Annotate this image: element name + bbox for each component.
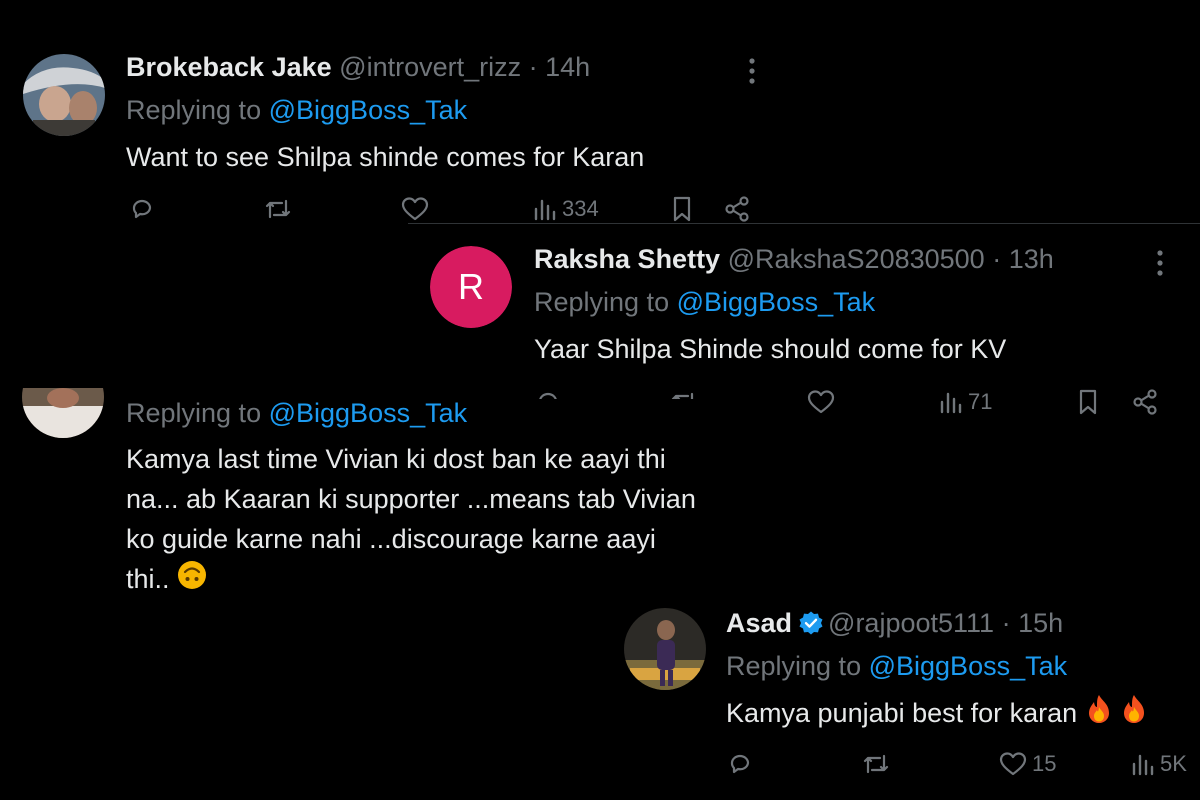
views-count: 334 <box>562 196 599 221</box>
more-options-icon[interactable] <box>742 56 762 91</box>
like-button[interactable]: 15 <box>998 750 1056 778</box>
avatar-letter: R <box>458 266 484 307</box>
avatar[interactable] <box>624 608 706 690</box>
bookmark-icon <box>1079 389 1097 415</box>
reply-icon <box>132 199 152 219</box>
views-count: 5K <box>1160 751 1187 776</box>
tweet-asad[interactable]: Asad @rajpoot5111 · 15h Replying to @Bigg… <box>600 592 1200 800</box>
mention-link[interactable]: @BiggBoss_Tak <box>269 398 468 428</box>
tweet-text: Yaar Shilpa Shinde should come for KV <box>534 334 1007 364</box>
bookmark-button[interactable] <box>670 195 694 222</box>
share-icon <box>1133 389 1157 415</box>
mention-link[interactable]: @BiggBoss_Tak <box>677 287 876 317</box>
replying-to-line: Replying to @BiggBoss_Tak <box>534 285 875 319</box>
fire-emoji <box>1120 693 1148 736</box>
views-icon <box>534 199 556 221</box>
reply-button[interactable] <box>726 750 754 778</box>
replying-to-label: Replying to <box>126 95 262 125</box>
like-button[interactable] <box>400 195 430 222</box>
upside-down-face-emoji <box>177 560 207 601</box>
like-button[interactable] <box>806 388 836 416</box>
raksha-action-bar: 71 <box>534 388 1174 420</box>
heart-icon <box>401 197 429 221</box>
display-name[interactable]: Brokeback Jake <box>126 52 332 82</box>
tweet-text: Want to see Shilpa shinde comes for Kara… <box>126 142 645 172</box>
retweet-button[interactable] <box>860 750 892 778</box>
timestamp[interactable]: 15h <box>1018 608 1063 638</box>
retweet-icon <box>863 754 889 774</box>
separator-dot: · <box>992 244 1002 274</box>
tweet-text-fragment: Kamya punjabi best for karan <box>726 698 1078 728</box>
share-button[interactable] <box>722 195 752 222</box>
retweet-icon <box>265 199 291 219</box>
share-button[interactable] <box>1130 388 1160 416</box>
bookmark-button[interactable] <box>1076 388 1100 416</box>
avatar[interactable] <box>22 388 104 438</box>
more-options-icon[interactable] <box>1150 248 1170 283</box>
avatar[interactable]: R <box>430 246 512 328</box>
heart-icon <box>999 752 1027 776</box>
tweet-text-line: thi.. <box>126 559 207 601</box>
heart-icon <box>807 390 835 414</box>
action-bar: 15 5K <box>726 750 1200 782</box>
fire-emoji <box>1085 693 1113 736</box>
like-count: 15 <box>1032 751 1057 776</box>
avatar[interactable] <box>23 54 105 136</box>
display-name[interactable]: Raksha Shetty <box>534 244 720 274</box>
handle[interactable]: @rajpoot5111 <box>828 608 994 638</box>
replying-to-label: Replying to <box>534 287 670 317</box>
tweet-header: Asad @rajpoot5111 · 15h <box>726 606 1063 644</box>
timestamp[interactable]: 13h <box>1009 244 1054 274</box>
tweet-header: Raksha Shetty @RakshaS20830500 · 13h <box>534 242 1054 276</box>
mention-link[interactable]: @BiggBoss_Tak <box>269 95 468 125</box>
reply-button[interactable] <box>128 195 156 222</box>
timestamp[interactable]: 14h <box>545 52 590 82</box>
tweet-jake[interactable]: Brokeback Jake @introvert_rizz · 14h Rep… <box>0 32 792 222</box>
action-bar: 334 <box>126 195 766 222</box>
tweet-text-line: ko guide karne nahi ...discourage karne … <box>126 524 656 554</box>
tweet-text-line: Kamya last time Vivian ki dost ban ke aa… <box>126 444 666 474</box>
handle[interactable]: @introvert_rizz <box>339 52 521 82</box>
mention-link[interactable]: @BiggBoss_Tak <box>869 651 1068 681</box>
replying-to-line: Replying to @BiggBoss_Tak <box>126 93 467 127</box>
reply-icon <box>730 754 750 774</box>
tweet-kamya[interactable]: Replying to @BiggBoss_Tak Kamya last tim… <box>0 388 800 608</box>
tweet-raksha[interactable]: R Raksha Shetty @RakshaS20830500 · 13h R… <box>408 223 1200 399</box>
tweet-text-fragment: thi.. <box>126 564 170 594</box>
views-button[interactable]: 71 <box>938 388 992 416</box>
views-icon <box>1132 754 1154 776</box>
views-icon <box>940 392 962 414</box>
separator-dot: · <box>1001 608 1011 638</box>
tweet-text-line: na... ab Kaaran ki supporter ...means ta… <box>126 484 696 514</box>
replying-to-label: Replying to <box>126 398 262 428</box>
views-button[interactable]: 334 <box>532 195 599 222</box>
tweet-text: Kamya punjabi best for karan <box>726 693 1148 736</box>
views-button[interactable]: 5K <box>1130 750 1187 778</box>
replying-to-line: Replying to @BiggBoss_Tak <box>126 396 467 430</box>
replying-to-line: Replying to @BiggBoss_Tak <box>726 649 1067 683</box>
bookmark-icon <box>673 196 691 222</box>
handle[interactable]: @RakshaS20830500 <box>728 244 985 274</box>
replying-to-label: Replying to <box>726 651 862 681</box>
share-icon <box>725 196 749 222</box>
verified-badge-icon <box>798 610 824 644</box>
retweet-button[interactable] <box>262 195 294 222</box>
views-count: 71 <box>968 389 993 414</box>
tweet-header: Brokeback Jake @introvert_rizz · 14h <box>126 50 590 84</box>
separator-dot: · <box>528 52 538 82</box>
display-name[interactable]: Asad <box>726 608 792 638</box>
